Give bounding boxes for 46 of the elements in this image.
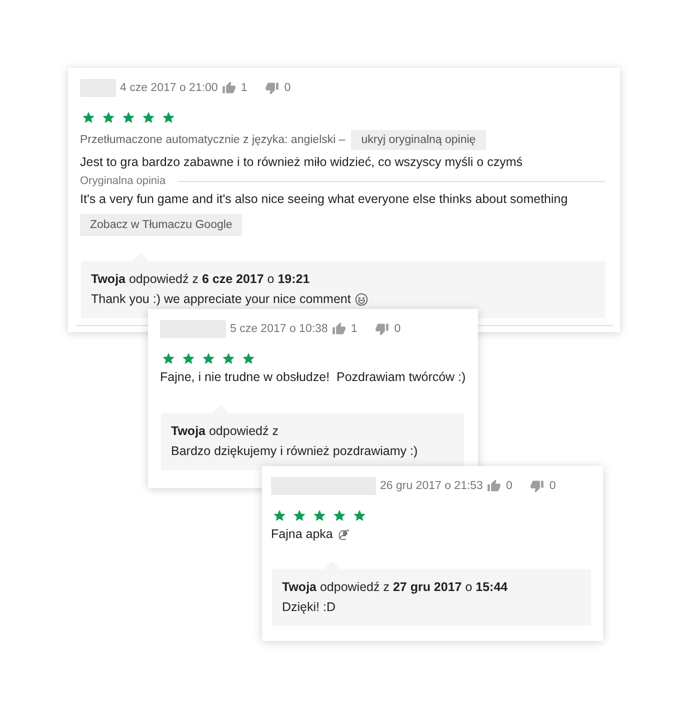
likes-count: 1 (350, 322, 358, 334)
star-icon (293, 509, 306, 522)
star-icon (122, 111, 135, 124)
thumbs-down-icon[interactable] (375, 322, 390, 336)
reply-header: Twoja odpowiedź z (171, 423, 278, 439)
reply-text: Thank you :) we appreciate your nice comment (91, 291, 351, 307)
hide-original-button[interactable]: ukryj oryginalną opinię (351, 130, 486, 150)
star-icon (353, 509, 366, 522)
thumbs-up-icon[interactable] (222, 80, 236, 94)
star-icon (162, 352, 175, 365)
star-icon (142, 111, 155, 124)
star-icon (333, 509, 346, 522)
star-icon (313, 509, 326, 522)
review-date: 4 cze 2017 o 21:00 (120, 82, 218, 94)
star-icon (202, 352, 215, 365)
google-translate-button[interactable]: Zobacz w Tłumaczu Google (80, 214, 242, 236)
laughing-face-icon (354, 292, 368, 306)
star-icon (273, 509, 286, 522)
star-icon (222, 352, 235, 365)
star-icon (102, 111, 115, 124)
reply-text: Dzięki! :D (282, 599, 336, 615)
review-text: Fajne, i nie trudne w obsłudze! Pozdrawiam twórców :) (160, 369, 466, 385)
thumbs-down-icon[interactable] (530, 478, 544, 492)
star-icon (162, 111, 175, 124)
dislikes-count: 0 (394, 322, 401, 334)
original-review-text: It's a very fun game and it's also nice seeing what everyone else thinks about something (80, 191, 568, 207)
dislikes-count: 0 (284, 82, 291, 94)
translation-note: Przetłumaczone automatycznie z języka: angielski – (80, 134, 346, 146)
thumbs-up-icon[interactable] (486, 478, 501, 492)
clapping-hands-icon (336, 528, 350, 540)
star-icon (182, 352, 195, 365)
star-icon (242, 352, 255, 365)
likes-count: 0 (506, 480, 512, 492)
star-icon (82, 111, 95, 124)
dislikes-count: 0 (549, 480, 556, 492)
review-date: 5 cze 2017 o 10:38 (230, 322, 328, 334)
reply-text: Bardzo dziękujemy i również pozdrawiamy :) (171, 443, 418, 459)
likes-count: 1 (240, 82, 248, 94)
thumbs-down-icon[interactable] (265, 80, 280, 94)
review-text: Fajna apka (271, 526, 333, 542)
original-review-label: Oryginalna opinia (80, 175, 166, 187)
review-text: Jest to gra bardzo zabawne i to również miło widzieć, co wszyscy myśli o czymś (80, 154, 523, 170)
reply-header: Twoja odpowiedź z 6 cze 2017 o 19:21 (91, 271, 310, 287)
review-date: 26 gru 2017 o 21:53 (380, 480, 483, 492)
reply-header: Twoja odpowiedź z 27 gru 2017 o 15:44 (282, 579, 508, 595)
thumbs-up-icon[interactable] (332, 322, 346, 336)
